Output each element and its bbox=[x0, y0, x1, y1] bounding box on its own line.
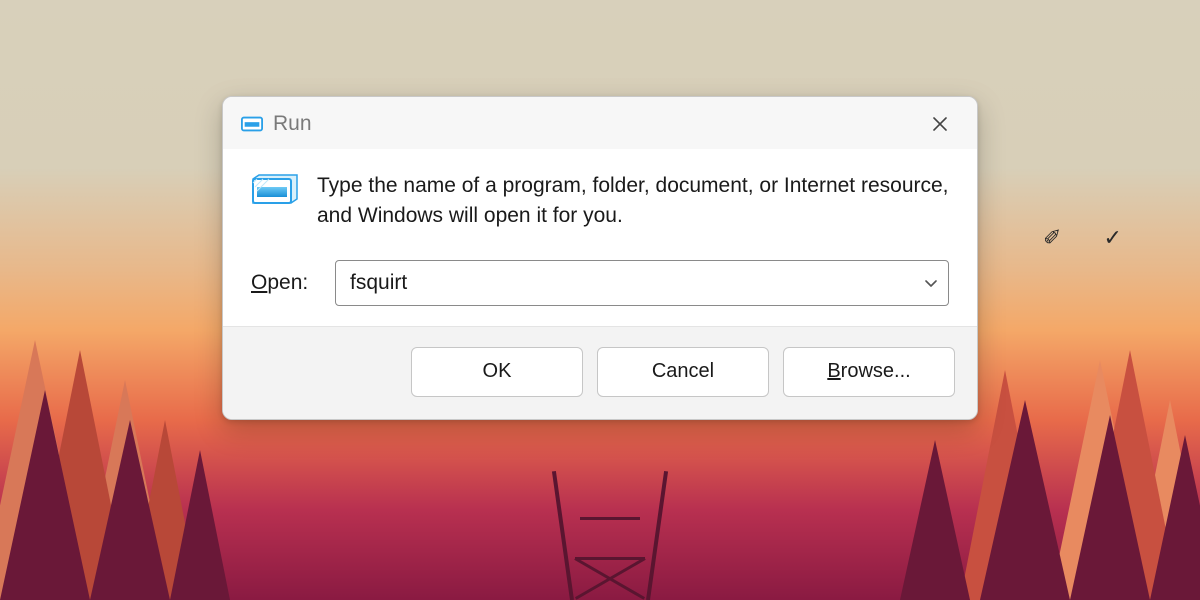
run-dialog: Run Type th bbox=[222, 96, 978, 420]
titlebar[interactable]: Run bbox=[223, 97, 977, 149]
close-button[interactable] bbox=[921, 109, 959, 139]
wallpaper-birds: ✐︎ ✓︎ bbox=[1043, 225, 1140, 251]
wallpaper-tower bbox=[560, 450, 660, 600]
button-bar: OK Cancel Browse... bbox=[223, 326, 977, 419]
dialog-description: Type the name of a program, folder, docu… bbox=[317, 171, 949, 232]
ok-button[interactable]: OK bbox=[411, 347, 583, 397]
open-label: Open: bbox=[251, 271, 317, 295]
run-large-icon bbox=[251, 173, 299, 214]
open-combobox[interactable] bbox=[335, 260, 949, 306]
dialog-body: Type the name of a program, folder, docu… bbox=[223, 149, 977, 326]
browse-button[interactable]: Browse... bbox=[783, 347, 955, 397]
window-title: Run bbox=[273, 112, 921, 136]
run-icon bbox=[241, 115, 263, 133]
open-input[interactable] bbox=[335, 260, 949, 306]
cancel-button[interactable]: Cancel bbox=[597, 347, 769, 397]
